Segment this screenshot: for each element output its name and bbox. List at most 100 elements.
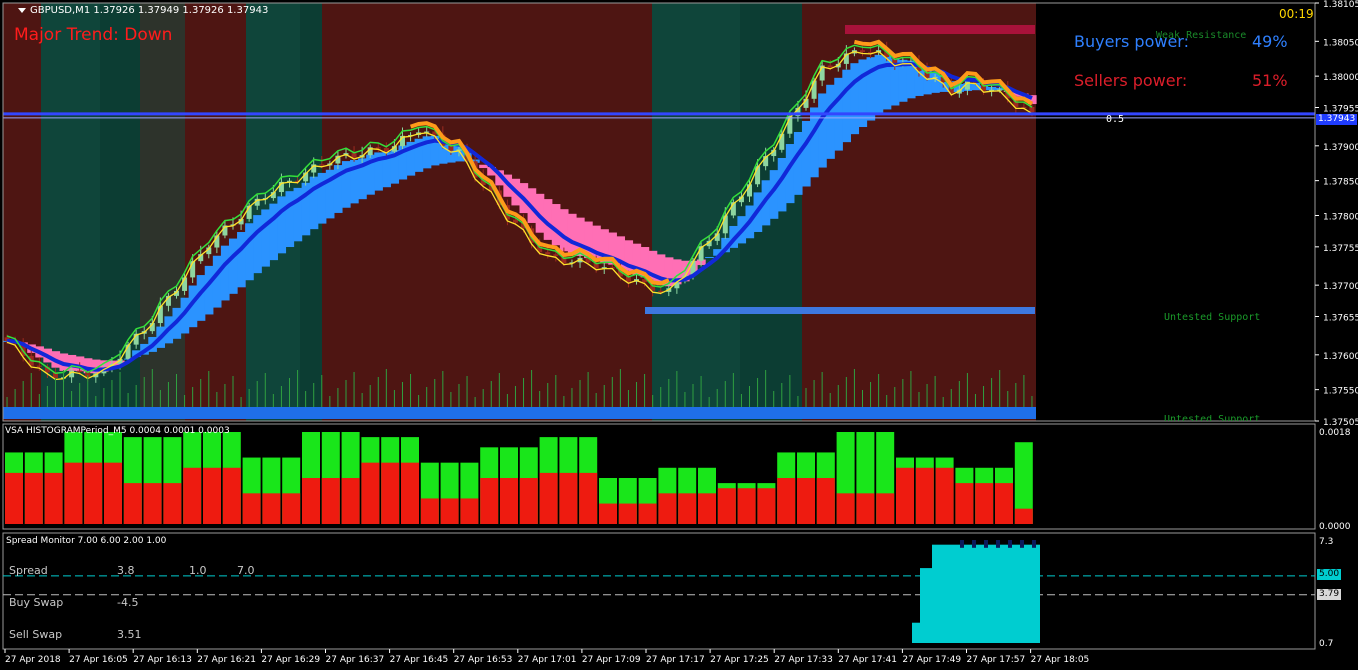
cloud-step bbox=[285, 191, 295, 248]
histogram-bar-red bbox=[935, 467, 954, 524]
cloud-step bbox=[850, 63, 860, 135]
y-tick-label: 1.37850 bbox=[1323, 178, 1358, 188]
spread-dark-cell bbox=[996, 540, 1000, 548]
spread-area-col bbox=[1024, 544, 1028, 643]
support-zone-bar bbox=[645, 307, 1035, 314]
cloud-step bbox=[220, 245, 230, 301]
x-tick-label: 27 Apr 16:05 bbox=[69, 655, 128, 665]
histogram-bar-red bbox=[1014, 508, 1033, 524]
candle-body bbox=[77, 370, 83, 373]
spread-area-col bbox=[944, 544, 948, 643]
candle-body bbox=[545, 252, 551, 255]
volume-base bbox=[3, 407, 1036, 419]
cloud-step bbox=[204, 265, 214, 315]
candle-body bbox=[351, 153, 357, 158]
sell-swap-value: 3.51 bbox=[117, 628, 142, 641]
candle-body bbox=[859, 50, 865, 53]
y-tick-label: 1.37550 bbox=[1323, 387, 1358, 397]
cloud-step bbox=[858, 59, 868, 128]
spread-current: 3.8 bbox=[117, 564, 135, 577]
spread-level-tag-current: 3.79 bbox=[1317, 589, 1342, 600]
cloud-step bbox=[261, 209, 270, 267]
cloud-step bbox=[567, 213, 577, 255]
buyers-power-value: 49% bbox=[1252, 32, 1288, 51]
buyers-power-label: Buyers power: bbox=[1074, 32, 1189, 51]
cloud-step bbox=[237, 232, 246, 288]
symbol-label: GBPUSD,M1 1.37926 1.37949 1.37926 1.3794… bbox=[18, 6, 268, 16]
histogram-bar-red bbox=[104, 462, 122, 524]
spread-area-col bbox=[1008, 544, 1012, 643]
y-tick-label: 1.37900 bbox=[1323, 143, 1358, 153]
histogram-bar-red bbox=[440, 498, 459, 524]
histogram-bar-red bbox=[519, 478, 538, 524]
spread-area-col bbox=[920, 568, 924, 643]
cloud-step bbox=[559, 209, 569, 252]
cloud-step bbox=[793, 131, 803, 195]
spread-area-col bbox=[940, 544, 944, 643]
y-tick-label: 1.37600 bbox=[1323, 352, 1358, 362]
spread-area-col bbox=[956, 544, 960, 643]
cloud-step bbox=[253, 215, 262, 274]
spread-dark-cell bbox=[1020, 540, 1024, 548]
histogram-bar-red bbox=[361, 462, 380, 524]
spread-area-col bbox=[1016, 544, 1020, 643]
spread-area-col bbox=[988, 544, 992, 643]
spread-area-col bbox=[932, 544, 936, 643]
histogram-bar-red bbox=[341, 478, 360, 524]
y-tick-label: 1.37755 bbox=[1323, 244, 1358, 254]
histogram-bar-red bbox=[876, 493, 895, 524]
cloud-step bbox=[228, 238, 238, 294]
candle-timer: 00:19 bbox=[1279, 7, 1314, 21]
histogram-bar-red bbox=[480, 478, 499, 524]
histogram-bar-red bbox=[915, 467, 934, 524]
resistance-bar bbox=[845, 25, 1035, 34]
histogram-bar-red bbox=[24, 472, 43, 524]
histogram-bar-red bbox=[599, 503, 617, 524]
histogram-bar-red bbox=[975, 483, 994, 524]
histogram-bar-red bbox=[302, 478, 320, 524]
hist-tick-label: 0.0000 bbox=[1319, 522, 1351, 532]
spread-dark-cell bbox=[972, 540, 976, 548]
buy-swap-value: -4.5 bbox=[117, 596, 139, 609]
spread-area-col bbox=[912, 622, 916, 643]
histogram-bar-red bbox=[816, 478, 835, 524]
spread-area-col bbox=[924, 568, 928, 643]
cloud-step bbox=[705, 256, 714, 258]
candle-body bbox=[375, 147, 381, 149]
spread-max: 7.0 bbox=[237, 564, 255, 577]
cloud-step bbox=[826, 84, 835, 159]
spread-tick-label: 7.3 bbox=[1319, 537, 1333, 547]
x-tick-label: 27 Apr 16:37 bbox=[326, 655, 385, 665]
x-tick-label: 27 Apr 16:53 bbox=[454, 655, 513, 665]
histogram-bar-red bbox=[678, 493, 697, 524]
histogram-bar-red bbox=[44, 472, 63, 524]
histogram-bar-red bbox=[242, 493, 261, 524]
cloud-step bbox=[801, 120, 811, 187]
trend-zone bbox=[3, 3, 41, 421]
sellers-power-value: 51% bbox=[1252, 71, 1288, 90]
dropdown-triangle-icon[interactable] bbox=[18, 7, 26, 13]
x-tick-label: 27 Apr 17:25 bbox=[710, 655, 769, 665]
zone-shade bbox=[140, 3, 185, 421]
major-trend-text: Major Trend: Down bbox=[14, 25, 173, 45]
spread-area-col bbox=[1036, 544, 1040, 643]
histogram-bar-red bbox=[539, 472, 558, 524]
histogram-bar-red bbox=[183, 467, 202, 524]
histogram-bar-red bbox=[955, 483, 974, 524]
histogram-bar-red bbox=[618, 503, 637, 524]
histogram-bar-red bbox=[579, 472, 598, 524]
cloud-step bbox=[245, 223, 254, 281]
spread-area-col bbox=[1020, 544, 1024, 643]
histogram-bar-red bbox=[401, 462, 419, 524]
spread-monitor-title: Spread Monitor 7.00 6.00 2.00 1.00 bbox=[6, 536, 167, 546]
spread-level-tag-high: 5.00 bbox=[1317, 569, 1342, 580]
histogram-bar-red bbox=[420, 498, 439, 524]
histogram-bar-red bbox=[222, 467, 241, 524]
untested-support-label: Untested Support bbox=[1164, 312, 1261, 323]
histogram-bar-red bbox=[836, 493, 855, 524]
histogram-bar-red bbox=[757, 488, 776, 524]
untested-support-label-2: Untested Support bbox=[1164, 415, 1261, 421]
candle-body bbox=[658, 290, 664, 292]
x-tick-label: 27 Apr 17:17 bbox=[646, 655, 705, 665]
spread-tick-label: 0.7 bbox=[1319, 639, 1333, 649]
